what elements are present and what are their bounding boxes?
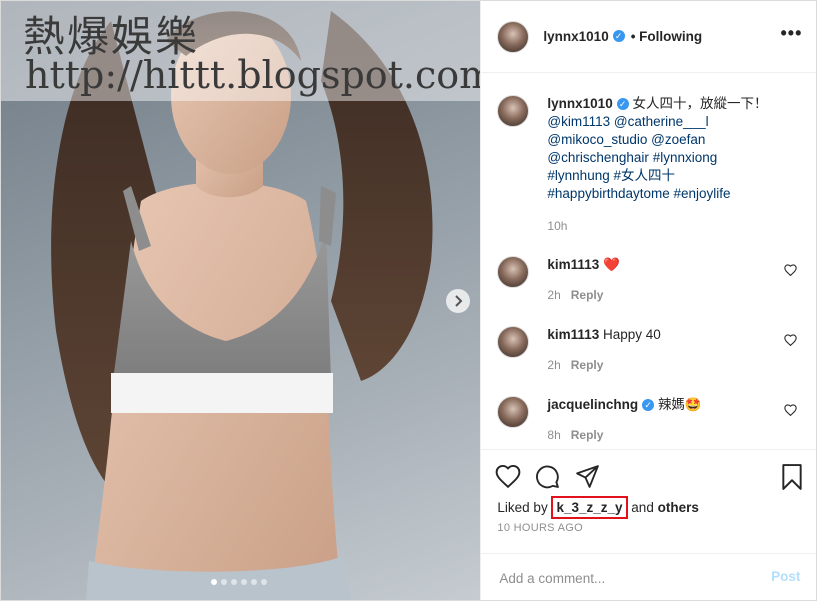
watermark-banner: 熱爆娛樂 http://hittt.blogspot.com xyxy=(1,1,481,101)
instagram-post: 熱爆娛樂 http://hittt.blogspot.com lynnx1010… xyxy=(0,0,817,601)
liked-by-user[interactable]: k_3_z_z_y xyxy=(551,496,628,519)
comment-row: jacquelinchng ✓ 辣媽🤩 8h Reply xyxy=(497,396,798,444)
comment-text: ❤️ xyxy=(602,257,620,272)
verified-badge-icon: ✓ xyxy=(642,399,655,412)
comment-text: 辣媽🤩 xyxy=(657,397,702,412)
liked-by-prefix: Liked by xyxy=(497,500,548,515)
carousel-dot xyxy=(221,579,227,585)
avatar[interactable] xyxy=(497,256,530,288)
post-caption: lynnx1010 ✓ 女人四十，放縱一下！ @kim1113 @catherin… xyxy=(497,95,797,235)
share-paper-plane-icon[interactable] xyxy=(575,464,600,489)
more-options-icon[interactable]: ••• xyxy=(781,23,803,44)
comment-time: 2h xyxy=(547,288,561,302)
like-comment-heart-icon[interactable] xyxy=(784,334,798,346)
hashtag-link[interactable]: #女人四十 xyxy=(613,168,675,183)
comment-meta: 2h Reply xyxy=(547,286,762,304)
comment-bubble-icon[interactable] xyxy=(535,464,560,489)
like-comment-heart-icon[interactable] xyxy=(784,404,798,416)
comment-body: kim1113 Happy 40 2h Reply xyxy=(547,326,762,374)
reply-button[interactable]: Reply xyxy=(571,428,604,442)
mention-link[interactable]: @kim1113 xyxy=(547,114,610,129)
author-username[interactable]: lynnx1010 xyxy=(543,29,608,44)
comment-username[interactable]: kim1113 xyxy=(547,257,599,272)
following-status[interactable]: • Following xyxy=(631,29,702,44)
post-actions: Liked by k_3_z_z_y and others 10 HOURS A… xyxy=(481,449,817,601)
verified-badge-icon: ✓ xyxy=(612,30,625,43)
action-icons-row xyxy=(495,464,805,492)
mention-link[interactable]: @catherine___l xyxy=(614,114,709,129)
like-heart-icon[interactable] xyxy=(495,464,521,488)
next-slide-button[interactable] xyxy=(446,289,470,313)
hashtag-link[interactable]: #enjoylife xyxy=(674,186,731,201)
like-comment-heart-icon[interactable] xyxy=(784,264,798,276)
verified-badge-icon: ✓ xyxy=(616,98,629,111)
mention-link[interactable]: @mikoco_studio xyxy=(547,132,647,147)
watermark-url: http://hittt.blogspot.com xyxy=(25,53,481,97)
avatar[interactable] xyxy=(497,396,530,428)
comment-row: kim1113 Happy 40 2h Reply xyxy=(497,326,798,374)
carousel-dot xyxy=(251,579,257,585)
post-comment-button[interactable]: Post xyxy=(771,569,800,584)
avatar[interactable] xyxy=(497,95,530,127)
carousel-dot xyxy=(261,579,267,585)
comments-list[interactable]: lynnx1010 ✓ 女人四十，放縱一下！ @kim1113 @catherin… xyxy=(481,73,816,448)
liked-by-others[interactable]: others xyxy=(658,500,699,515)
carousel-dot xyxy=(241,579,247,585)
reply-button[interactable]: Reply xyxy=(571,358,604,372)
add-comment-input[interactable] xyxy=(497,566,752,590)
avatar[interactable] xyxy=(497,326,530,358)
reply-button[interactable]: Reply xyxy=(571,288,604,302)
caption-text: 女人四十，放縱一下！ xyxy=(632,96,768,111)
caption-username[interactable]: lynnx1010 xyxy=(547,96,612,111)
comment-body: kim1113 ❤️ 2h Reply xyxy=(547,256,762,304)
comment-time: 8h xyxy=(547,428,561,442)
post-side-panel: lynnx1010 ✓ • Following ••• lynnx1010 ✓ 女人四… xyxy=(480,1,817,601)
comment-row: kim1113 ❤️ 2h Reply xyxy=(497,256,798,304)
comment-meta: 2h Reply xyxy=(547,356,762,374)
carousel-indicator xyxy=(211,579,267,585)
hashtag-link[interactable]: #lynnhung xyxy=(547,168,609,183)
comment-body: jacquelinchng ✓ 辣媽🤩 8h Reply xyxy=(547,396,762,444)
comment-username[interactable]: kim1113 xyxy=(547,327,599,342)
hashtag-link[interactable]: #lynnxiong xyxy=(653,150,718,165)
hashtag-link[interactable]: #happybirthdaytome xyxy=(547,186,669,201)
comment-time: 2h xyxy=(547,358,561,372)
avatar[interactable] xyxy=(497,20,530,53)
comment-username[interactable]: jacquelinchng xyxy=(547,397,638,412)
post-header: lynnx1010 ✓ • Following ••• xyxy=(481,1,817,73)
caption-body: lynnx1010 ✓ 女人四十，放縱一下！ @kim1113 @catherin… xyxy=(547,95,792,235)
caption-time: 10h xyxy=(547,219,568,233)
save-bookmark-icon[interactable] xyxy=(781,464,803,490)
comment-text: Happy 40 xyxy=(602,327,661,342)
post-media[interactable]: 熱爆娛樂 http://hittt.blogspot.com xyxy=(1,1,481,600)
liked-by-line: Liked by k_3_z_z_y and others xyxy=(497,496,699,519)
carousel-dot xyxy=(231,579,237,585)
carousel-dot xyxy=(211,579,217,585)
comment-meta: 8h Reply xyxy=(547,426,762,444)
author-block: lynnx1010 ✓ • Following xyxy=(543,28,702,46)
mention-link[interactable]: @zoefan xyxy=(651,132,705,147)
post-timestamp[interactable]: 10 HOURS AGO xyxy=(497,522,583,534)
mention-link[interactable]: @chrischenghair xyxy=(547,150,649,165)
chevron-right-icon xyxy=(455,295,463,307)
add-comment-bar: Post xyxy=(481,553,817,601)
liked-by-and: and xyxy=(631,500,654,515)
